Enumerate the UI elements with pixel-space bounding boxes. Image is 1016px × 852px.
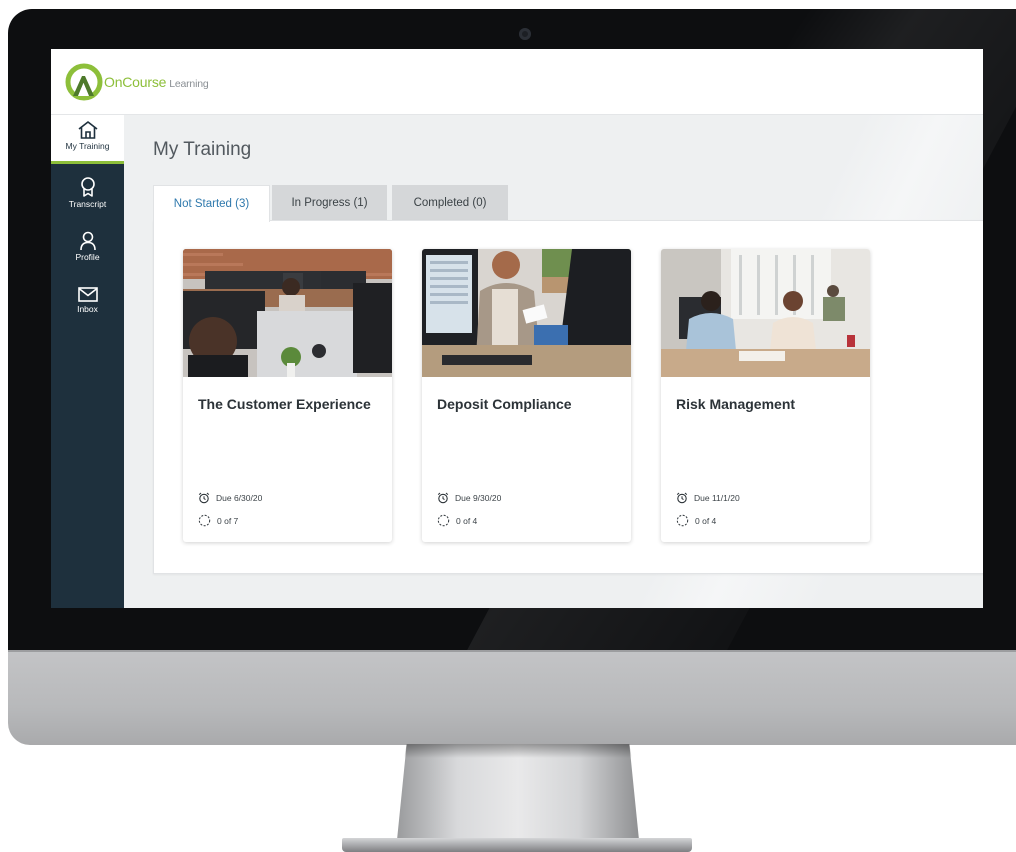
progress-ring-icon	[437, 514, 450, 527]
progress-ring-icon	[676, 514, 689, 527]
tab-completed[interactable]: Completed (0)	[392, 185, 508, 220]
home-icon	[78, 121, 97, 139]
alarm-clock-icon	[437, 492, 449, 504]
main-content: My Training Not Started (3) In Progress …	[124, 115, 983, 608]
sidebar-item-inbox[interactable]: Inbox	[51, 280, 124, 332]
courses-panel: The Customer Experience Due 6/30/20 0 of…	[153, 220, 983, 574]
course-progress: 0 of 4	[437, 514, 477, 527]
mail-icon	[77, 287, 98, 302]
brand-logo[interactable]: OnCourse Learning	[65, 63, 209, 101]
page-title: My Training	[153, 139, 252, 160]
sidebar: My Training Transcript Profile Inbox	[51, 115, 124, 608]
course-card-deposit-compliance[interactable]: Deposit Compliance Due 9/30/20 0 of 4	[422, 249, 631, 542]
monitor-chin	[8, 650, 1016, 745]
bank-teller-photo	[422, 249, 631, 377]
course-due-date: Due 6/30/20	[198, 492, 262, 504]
monitor-stand-shadow	[404, 744, 632, 758]
progress-text: 0 of 4	[456, 515, 478, 526]
office-meeting-photo	[661, 249, 870, 377]
alarm-clock-icon	[198, 492, 210, 504]
tab-in-progress[interactable]: In Progress (1)	[272, 185, 387, 220]
course-card-risk-management[interactable]: Risk Management Due 11/1/20 0 of 4	[661, 249, 870, 542]
user-icon	[79, 231, 96, 251]
progress-text: 0 of 7	[217, 515, 239, 526]
course-progress: 0 of 4	[676, 514, 716, 527]
progress-ring-icon	[198, 514, 211, 527]
course-title: Risk Management	[676, 396, 796, 412]
sidebar-item-profile[interactable]: Profile	[51, 226, 124, 278]
brand-name: OnCourse Learning	[104, 74, 209, 90]
logo-mark-icon	[65, 63, 103, 101]
due-text: Due 6/30/20	[216, 493, 263, 503]
top-bar: OnCourse Learning	[51, 49, 983, 115]
monitor-chin-edge	[8, 650, 1016, 652]
sidebar-item-label: My Training	[65, 141, 110, 151]
app-screen: OnCourseLearning My Training Transcript	[51, 49, 983, 608]
sidebar-item-transcript[interactable]: Transcript	[51, 171, 124, 223]
course-title: Deposit Compliance	[437, 396, 572, 412]
course-title: The Customer Experience	[198, 396, 371, 412]
course-due-date: Due 9/30/20	[437, 492, 501, 504]
brand-secondary: Learning	[169, 78, 209, 90]
due-text: Due 11/1/20	[694, 493, 740, 503]
brand-primary: OnCourse	[104, 74, 167, 90]
call-center-photo	[183, 249, 392, 377]
progress-text: 0 of 4	[695, 515, 717, 526]
ribbon-icon	[80, 177, 95, 197]
sidebar-item-label: Inbox	[77, 304, 98, 314]
tab-not-started[interactable]: Not Started (3)	[153, 185, 270, 222]
course-due-date: Due 11/1/20	[676, 492, 740, 504]
course-progress: 0 of 7	[198, 514, 238, 527]
sidebar-item-my-training[interactable]: My Training	[51, 115, 124, 164]
monitor-stand-neck	[397, 744, 639, 840]
alarm-clock-icon	[676, 492, 688, 504]
webcam	[519, 28, 531, 40]
course-card-customer-experience[interactable]: The Customer Experience Due 6/30/20 0 of…	[183, 249, 392, 542]
due-text: Due 9/30/20	[455, 493, 502, 503]
monitor-stand-base	[342, 838, 692, 852]
sidebar-item-label: Transcript	[68, 199, 107, 209]
sidebar-item-label: Profile	[75, 252, 100, 262]
